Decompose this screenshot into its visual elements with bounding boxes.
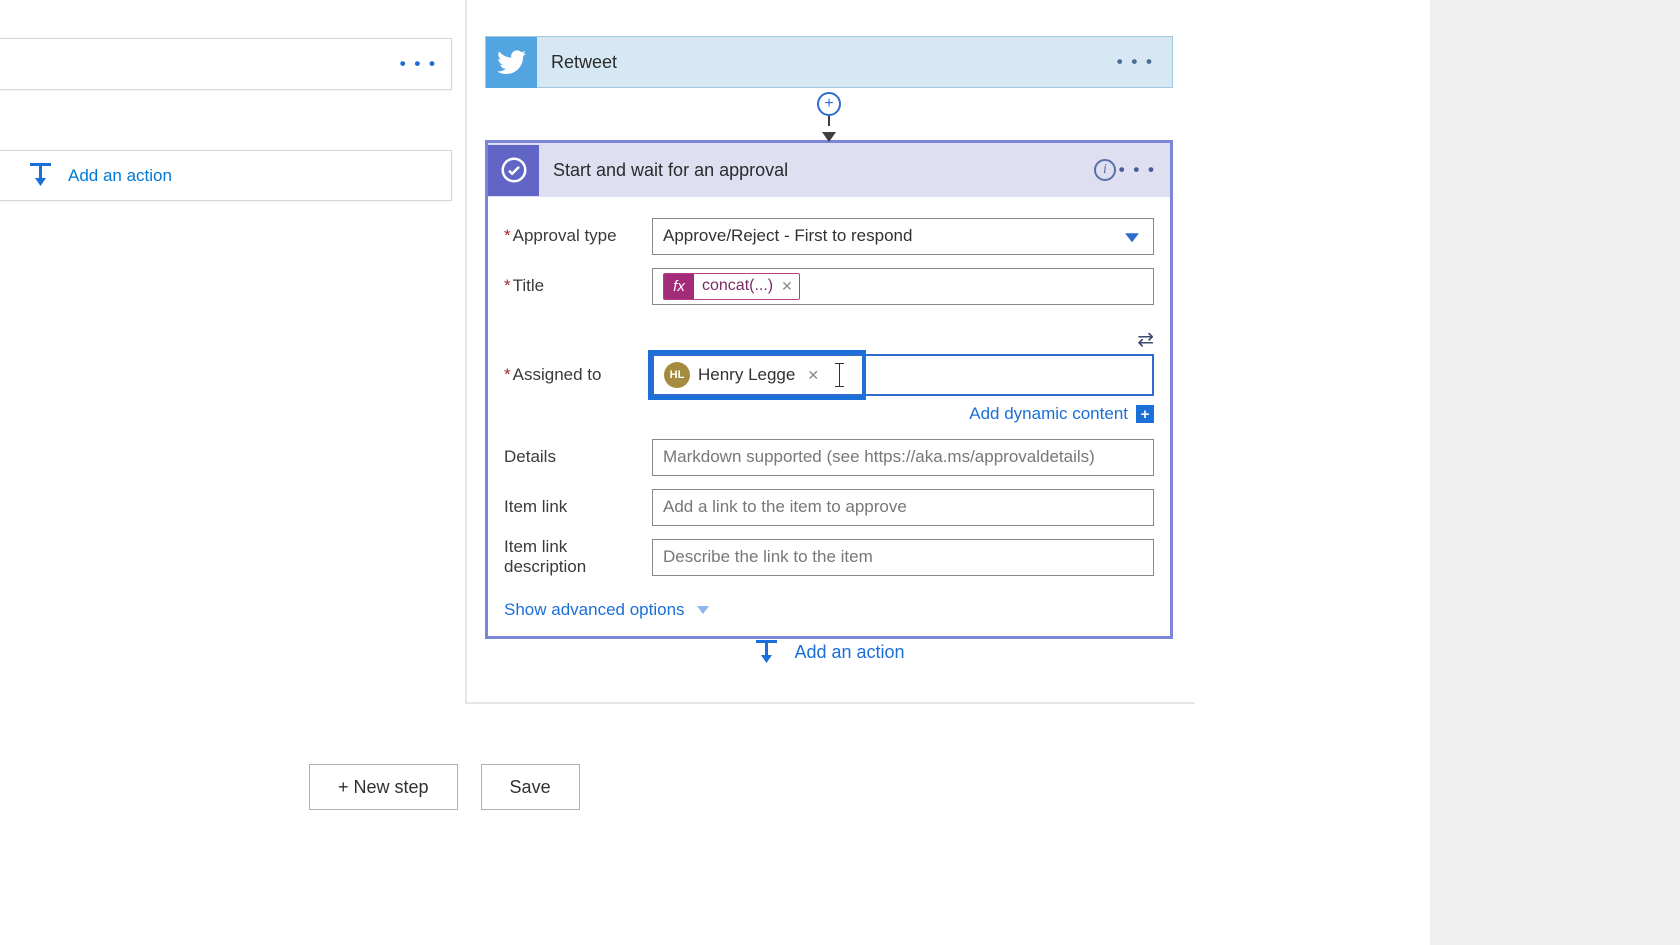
footer-buttons: + New step Save: [309, 764, 580, 810]
approval-header[interactable]: Start and wait for an approval i • • •: [488, 143, 1170, 197]
details-placeholder: Markdown supported (see https://aka.ms/a…: [663, 447, 1095, 467]
approval-title: Start and wait for an approval: [553, 160, 788, 181]
add-step-icon[interactable]: +: [817, 92, 841, 116]
plus-icon[interactable]: +: [1136, 405, 1154, 423]
approval-type-value: Approve/Reject - First to respond: [663, 226, 912, 246]
remove-person-icon[interactable]: ✕: [803, 367, 823, 384]
arrow-down-icon: [822, 132, 836, 142]
new-step-button[interactable]: + New step: [309, 764, 458, 810]
vertical-divider: [465, 0, 467, 702]
remove-token-icon[interactable]: ✕: [781, 278, 799, 295]
avatar: HL: [664, 362, 690, 388]
item-link-input[interactable]: Add a link to the item to approve: [652, 489, 1154, 526]
ellipsis-icon[interactable]: • • •: [1117, 52, 1154, 72]
insert-action-icon: [753, 640, 780, 665]
row-item-link: Item link Add a link to the item to appr…: [504, 486, 1154, 528]
left-collapsed-card[interactable]: • • •: [0, 38, 452, 90]
assigned-to-input[interactable]: HL Henry Legge ✕: [652, 354, 1154, 396]
switch-mode-bar: ⇄: [504, 327, 1150, 352]
retweet-title: Retweet: [551, 52, 617, 73]
save-button[interactable]: Save: [481, 764, 580, 810]
add-action-bottom-label: Add an action: [794, 642, 904, 663]
horizontal-divider: [465, 702, 1195, 704]
add-dynamic-content-link[interactable]: Add dynamic content: [969, 404, 1128, 424]
row-item-link-desc: Item link description Describe the link …: [504, 536, 1154, 578]
label-item-link-desc: Item link description: [504, 537, 652, 577]
expression-token[interactable]: fx concat(...) ✕: [663, 273, 800, 300]
row-details: Details Markdown supported (see https://…: [504, 436, 1154, 478]
add-action-bottom[interactable]: Add an action: [485, 640, 1173, 665]
ellipsis-icon[interactable]: • • •: [400, 54, 437, 74]
row-approval-type: Approval type Approve/Reject - First to …: [504, 215, 1154, 257]
details-input[interactable]: Markdown supported (see https://aka.ms/a…: [652, 439, 1154, 476]
label-title: Title: [504, 276, 652, 296]
left-add-action[interactable]: Add an action: [0, 150, 452, 201]
item-link-desc-input[interactable]: Describe the link to the item: [652, 539, 1154, 576]
add-action-label: Add an action: [68, 166, 172, 186]
row-title: Title fx concat(...) ✕: [504, 265, 1154, 307]
person-chip[interactable]: HL Henry Legge ✕: [660, 360, 827, 390]
flow-column: Retweet • • • + Start and wait for an ap…: [485, 36, 1173, 639]
title-input[interactable]: fx concat(...) ✕: [652, 268, 1154, 305]
connector: +: [485, 88, 1173, 142]
approval-action-card: Start and wait for an approval i • • • A…: [485, 140, 1173, 639]
label-details: Details: [504, 447, 652, 467]
label-item-link: Item link: [504, 497, 652, 517]
ellipsis-icon[interactable]: • • •: [1119, 160, 1156, 180]
dynamic-content-row: Add dynamic content +: [504, 404, 1154, 424]
label-approval-type: Approval type: [504, 226, 652, 246]
approval-type-select[interactable]: Approve/Reject - First to respond: [652, 218, 1154, 255]
info-icon[interactable]: i: [1094, 159, 1116, 181]
arrow-stem: [828, 116, 830, 126]
swap-mode-icon[interactable]: ⇄: [1137, 327, 1150, 352]
item-link-desc-placeholder: Describe the link to the item: [663, 547, 873, 567]
item-link-placeholder: Add a link to the item to approve: [663, 497, 907, 517]
show-advanced-link[interactable]: Show advanced options: [504, 600, 685, 620]
text-cursor: [839, 363, 840, 387]
right-rail: [1430, 0, 1680, 945]
advanced-options-row[interactable]: Show advanced options: [504, 600, 1154, 620]
chevron-down-icon: [697, 606, 709, 614]
fx-icon: fx: [664, 274, 694, 299]
fx-text: concat(...): [694, 277, 781, 295]
row-assigned-to: Assigned to HL Henry Legge ✕: [504, 354, 1154, 396]
insert-action-icon: [27, 163, 54, 188]
approval-form: Approval type Approve/Reject - First to …: [488, 197, 1170, 636]
twitter-icon: [486, 37, 537, 88]
label-assigned-to: Assigned to: [504, 365, 652, 385]
approval-icon: [488, 145, 539, 196]
person-name: Henry Legge: [698, 365, 795, 385]
retweet-action-card[interactable]: Retweet • • •: [485, 36, 1173, 88]
